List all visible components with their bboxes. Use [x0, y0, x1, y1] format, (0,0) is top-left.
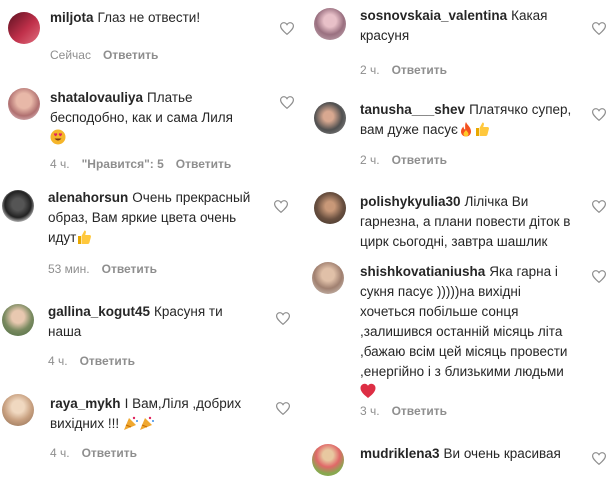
- comment-time[interactable]: 4 ч.: [48, 354, 68, 368]
- red-heart-emoji: [360, 383, 376, 398]
- comment-time[interactable]: 4 ч.: [50, 157, 70, 171]
- comment-text: polishykyulia30 Лілічка Ви гарнезна, а пл…: [360, 192, 582, 252]
- party-popper-emoji: [139, 416, 154, 430]
- avatar[interactable]: [2, 394, 34, 426]
- comment-username[interactable]: shatalovauliya: [50, 90, 143, 105]
- comment-item: alenahorsun Очень прекрасный образ, Вам я…: [0, 186, 300, 280]
- comment-meta: 4 ч. Ответить: [50, 446, 137, 460]
- comment-body: Яка гарна і сукня пасує )))))на вихідні …: [360, 264, 568, 379]
- like-heart-icon[interactable]: [276, 402, 290, 415]
- comment-text: shatalovauliya Платье бесподобно, как и с…: [50, 88, 260, 148]
- reply-button[interactable]: Ответить: [102, 262, 157, 276]
- comment-text: shishkovatianiusha Яка гарна і сукня пасу…: [360, 262, 572, 402]
- comment-text: alenahorsun Очень прекрасный образ, Вам я…: [48, 188, 266, 248]
- comment-text: sosnovskaia_valentina Какая красуня: [360, 6, 582, 46]
- comment-username[interactable]: raya_mykh: [50, 396, 121, 411]
- like-heart-icon[interactable]: [592, 22, 606, 35]
- like-heart-icon[interactable]: [280, 96, 294, 109]
- comment-item: raya_mykh І Вам,Ліля ,добрих вихідних !!!…: [0, 388, 300, 478]
- comment-time[interactable]: Сейчас: [50, 48, 91, 62]
- comment-meta: 3 ч. Ответить: [360, 404, 447, 418]
- comment-item: mudriklena3 Ви очень красивая: [308, 440, 616, 488]
- comment-time[interactable]: 2 ч.: [360, 63, 380, 77]
- reply-button[interactable]: Ответить: [82, 446, 137, 460]
- comment-item: tanusha___shev Платячко супер, вам дуже п…: [308, 98, 616, 178]
- like-heart-icon[interactable]: [592, 452, 606, 465]
- comment-item: shatalovauliya Платье бесподобно, как и с…: [0, 84, 300, 176]
- comment-meta: 2 ч. Ответить: [360, 153, 447, 167]
- comment-time[interactable]: 3 ч.: [360, 404, 380, 418]
- party-popper-emoji: [123, 416, 138, 430]
- avatar[interactable]: [314, 192, 346, 224]
- comment-item: shishkovatianiusha Яка гарна і сукня пасу…: [308, 262, 616, 430]
- like-heart-icon[interactable]: [592, 200, 606, 213]
- comment-item: polishykyulia30 Лілічка Ви гарнезна, а пл…: [308, 188, 616, 256]
- comment-username[interactable]: alenahorsun: [48, 190, 128, 205]
- reply-button[interactable]: Ответить: [103, 48, 158, 62]
- avatar[interactable]: [8, 12, 40, 44]
- thumbs-up-emoji: [475, 122, 489, 136]
- comment-item: miljota Глаз не отвести! Сейчас Ответить: [0, 0, 300, 70]
- reply-button[interactable]: Ответить: [392, 153, 447, 167]
- comment-body: Ви очень красивая: [443, 446, 561, 461]
- comment-meta: 2 ч. Ответить: [360, 63, 447, 77]
- comment-meta: Сейчас Ответить: [50, 48, 158, 62]
- avatar[interactable]: [8, 88, 40, 120]
- comment-meta: 4 ч. "Нравится": 5 Ответить: [50, 157, 231, 171]
- like-heart-icon[interactable]: [592, 108, 606, 121]
- comment-username[interactable]: gallina_kogut45: [48, 304, 150, 319]
- comment-text: raya_mykh І Вам,Ліля ,добрих вихідних !!!: [50, 394, 260, 434]
- comment-username[interactable]: tanusha___shev: [360, 102, 465, 117]
- likes-count[interactable]: "Нравится": 5: [82, 157, 164, 171]
- avatar[interactable]: [312, 262, 344, 294]
- reply-button[interactable]: Ответить: [80, 354, 135, 368]
- like-heart-icon[interactable]: [276, 312, 290, 325]
- comment-username[interactable]: mudriklena3: [360, 446, 440, 461]
- comment-text: tanusha___shev Платячко супер, вам дуже п…: [360, 100, 590, 140]
- avatar[interactable]: [2, 190, 34, 222]
- comment-username[interactable]: polishykyulia30: [360, 194, 461, 209]
- comment-time[interactable]: 2 ч.: [360, 153, 380, 167]
- comment-meta: 4 ч. Ответить: [48, 354, 135, 368]
- reply-button[interactable]: Ответить: [176, 157, 231, 171]
- avatar[interactable]: [2, 304, 34, 336]
- reply-button[interactable]: Ответить: [392, 63, 447, 77]
- like-heart-icon[interactable]: [274, 200, 288, 213]
- comment-text: mudriklena3 Ви очень красивая: [360, 444, 582, 464]
- comment-item: sosnovskaia_valentina Какая красуня 2 ч. О…: [308, 0, 616, 86]
- avatar[interactable]: [314, 102, 346, 134]
- comment-text: gallina_kogut45 Красуня ти наша: [48, 302, 258, 342]
- thumbs-up-emoji: [78, 230, 92, 244]
- heart-eyes-emoji: [50, 129, 66, 145]
- comment-item: gallina_kogut45 Красуня ти наша 4 ч. Ответ…: [0, 298, 300, 374]
- avatar[interactable]: [312, 444, 344, 476]
- comment-username[interactable]: shishkovatianiusha: [360, 264, 485, 279]
- avatar[interactable]: [314, 8, 346, 40]
- reply-button[interactable]: Ответить: [392, 404, 447, 418]
- fire-emoji: [460, 122, 471, 137]
- like-heart-icon[interactable]: [280, 22, 294, 35]
- comment-meta: 53 мин. Ответить: [48, 262, 157, 276]
- comment-text: miljota Глаз не отвести!: [50, 8, 260, 28]
- comment-username[interactable]: miljota: [50, 10, 94, 25]
- comment-time[interactable]: 53 мин.: [48, 262, 90, 276]
- comment-body: Глаз не отвести!: [97, 10, 201, 25]
- comment-username[interactable]: sosnovskaia_valentina: [360, 8, 507, 23]
- comment-time[interactable]: 4 ч.: [50, 446, 70, 460]
- like-heart-icon[interactable]: [592, 270, 606, 283]
